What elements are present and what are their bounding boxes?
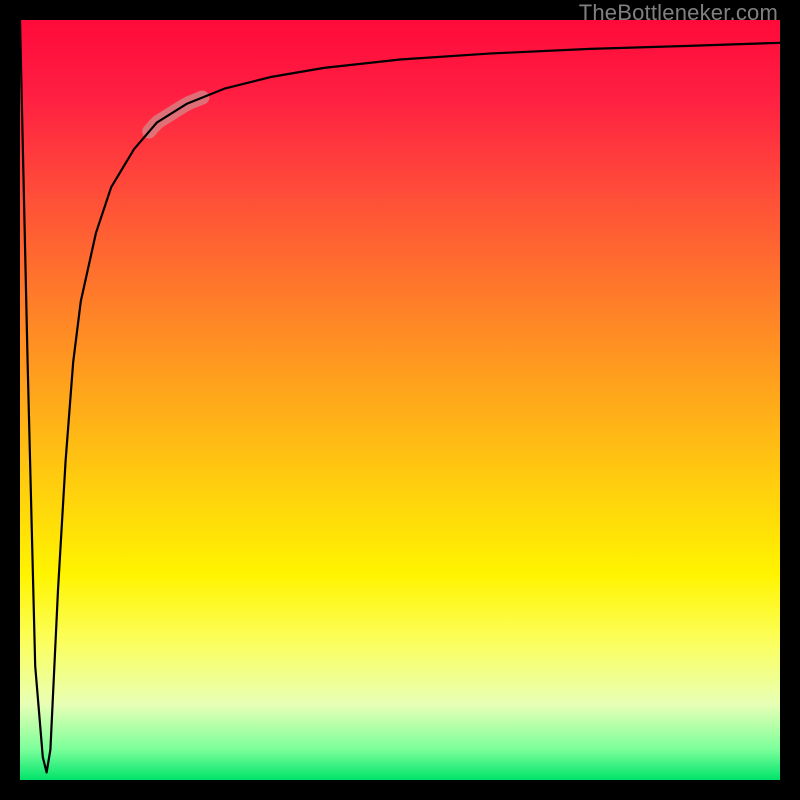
plot-area — [20, 20, 780, 780]
watermark-text: TheBottleneker.com — [579, 0, 778, 26]
curve-highlight-segment — [149, 98, 202, 132]
bottleneck-curve — [20, 20, 780, 772]
chart-root: TheBottleneker.com — [0, 0, 800, 800]
curve-layer — [20, 20, 780, 780]
